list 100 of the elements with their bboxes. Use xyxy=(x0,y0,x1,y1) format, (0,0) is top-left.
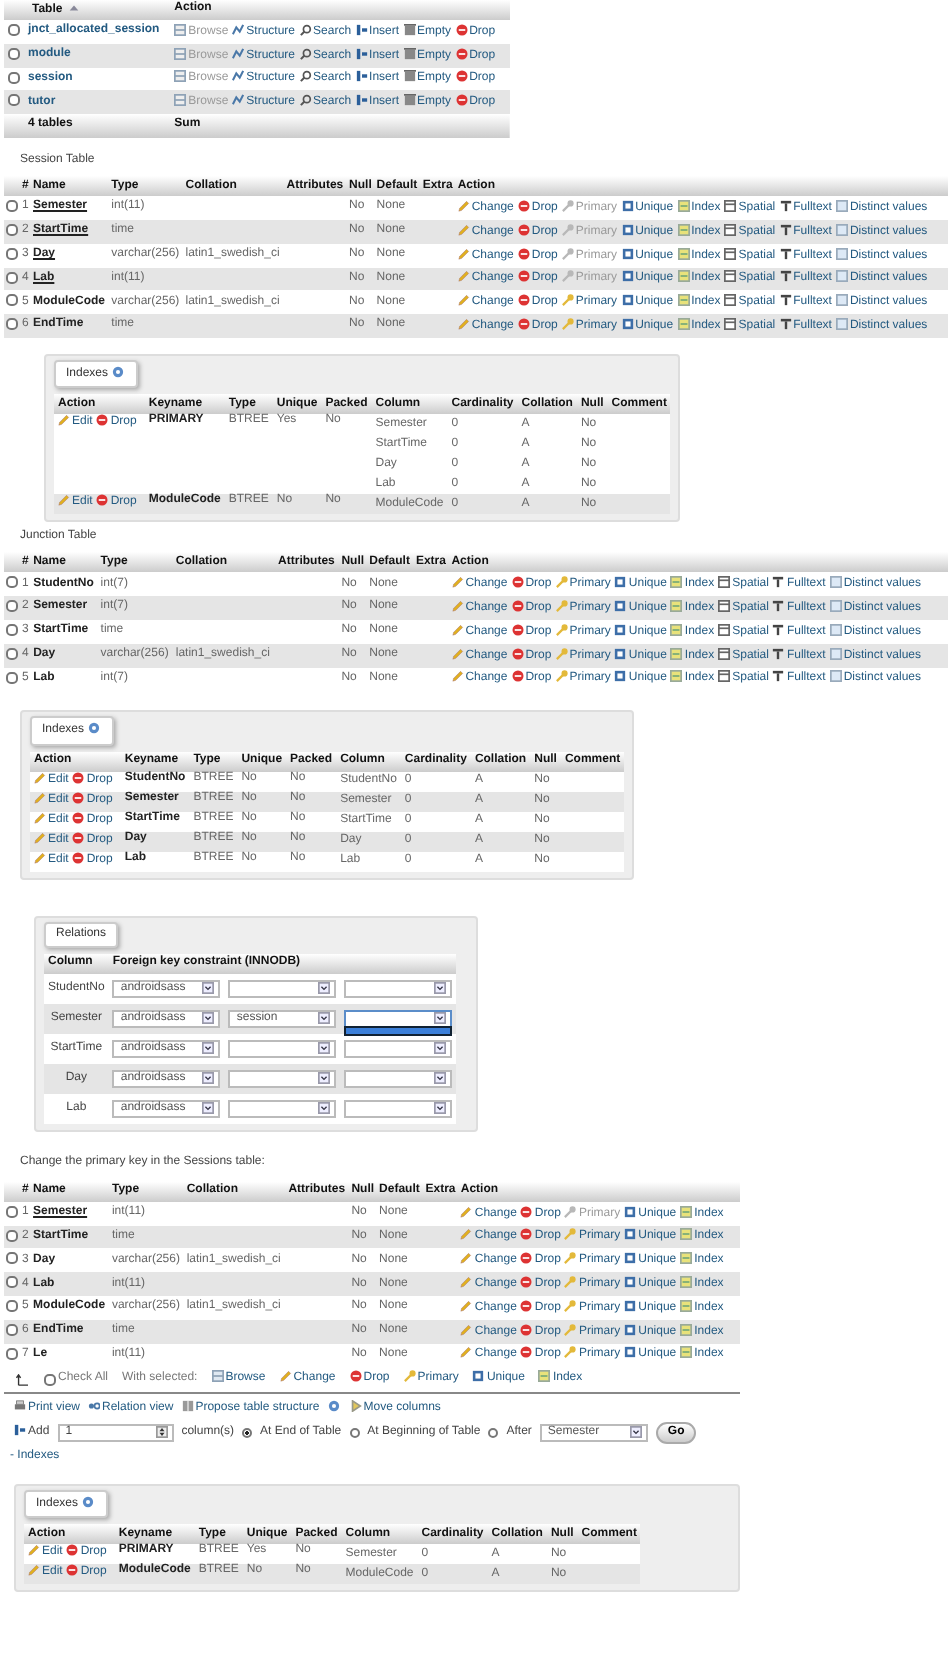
position-radio[interactable] xyxy=(488,1427,499,1438)
table-select[interactable] xyxy=(228,979,337,998)
unique-icon xyxy=(621,317,634,330)
caret-icon xyxy=(202,1102,215,1115)
index-icon xyxy=(680,1346,693,1359)
grid-icon xyxy=(174,23,187,36)
caret-icon xyxy=(434,1072,447,1085)
row-checkbox[interactable] xyxy=(6,223,18,236)
unique-icon xyxy=(624,1323,637,1336)
spinner-icon xyxy=(155,1426,168,1439)
row-checkbox[interactable] xyxy=(6,600,18,613)
dropdown-list[interactable] xyxy=(344,1025,453,1036)
spatial-icon xyxy=(724,317,737,330)
position-radio[interactable] xyxy=(349,1427,360,1438)
delete-icon xyxy=(511,599,524,612)
key-icon xyxy=(564,1252,577,1265)
key-icon xyxy=(403,1370,416,1383)
row-checkbox[interactable] xyxy=(8,47,20,60)
delete-icon xyxy=(517,317,530,330)
fulltext-icon xyxy=(779,199,792,212)
delete-icon xyxy=(520,1323,533,1336)
row-checkbox[interactable] xyxy=(6,1323,18,1336)
grid-icon xyxy=(211,1370,224,1383)
index-icon xyxy=(677,223,690,236)
caret-icon xyxy=(434,1102,447,1115)
row-checkbox[interactable] xyxy=(6,671,18,684)
pencil-icon xyxy=(58,494,70,507)
index-icon xyxy=(677,270,690,283)
caret-icon xyxy=(202,1042,215,1055)
check-all-checkbox[interactable] xyxy=(44,1373,56,1386)
bin-icon xyxy=(403,94,416,107)
key-icon xyxy=(555,576,568,589)
row-checkbox[interactable] xyxy=(8,71,20,84)
row-checkbox[interactable] xyxy=(6,576,18,589)
row-checkbox[interactable] xyxy=(6,1252,18,1265)
table-select[interactable] xyxy=(228,1069,337,1088)
row-checkbox[interactable] xyxy=(6,200,18,213)
row-checkbox[interactable] xyxy=(6,647,18,660)
row-checkbox[interactable] xyxy=(6,1229,18,1242)
key-icon xyxy=(561,270,574,283)
index-icon xyxy=(680,1323,693,1336)
caret-icon xyxy=(202,1012,215,1025)
caret-icon xyxy=(629,1426,642,1439)
fulltext-icon xyxy=(779,294,792,307)
row-checkbox[interactable] xyxy=(6,623,18,636)
bin-icon xyxy=(403,47,416,60)
index-icon xyxy=(677,317,690,330)
index-icon xyxy=(670,623,683,636)
bin-icon xyxy=(403,23,416,36)
row-checkbox[interactable] xyxy=(8,94,20,107)
row-checkbox[interactable] xyxy=(6,1276,18,1289)
index-icon xyxy=(680,1252,693,1265)
index-icon xyxy=(677,247,690,260)
insert-icon xyxy=(355,47,368,60)
position-radio[interactable] xyxy=(242,1427,253,1438)
bin-icon xyxy=(403,70,416,83)
spatial-icon xyxy=(718,647,731,660)
delete-icon xyxy=(349,1370,362,1383)
column-select[interactable] xyxy=(344,1009,453,1028)
printer-icon xyxy=(14,1399,26,1412)
fulltext-icon xyxy=(772,647,785,660)
table-select[interactable] xyxy=(228,1099,337,1118)
unique-icon xyxy=(614,647,627,660)
search-icon xyxy=(299,47,312,60)
index-icon xyxy=(670,670,683,683)
caret-icon xyxy=(318,982,331,995)
key-icon xyxy=(564,1323,577,1336)
index-icon xyxy=(680,1205,693,1218)
fulltext-icon xyxy=(772,599,785,612)
propose-icon xyxy=(181,1399,194,1412)
row-checkbox[interactable] xyxy=(6,1205,18,1218)
delete-icon xyxy=(520,1276,533,1289)
insert-icon xyxy=(355,23,368,36)
row-checkbox[interactable] xyxy=(6,247,18,260)
row-checkbox[interactable] xyxy=(6,271,18,284)
key-icon xyxy=(564,1346,577,1359)
help-icon xyxy=(82,1496,95,1509)
index-icon xyxy=(680,1276,693,1289)
row-checkbox[interactable] xyxy=(6,1300,18,1313)
key-icon xyxy=(564,1205,577,1218)
key-icon xyxy=(555,599,568,612)
key-icon xyxy=(564,1299,577,1312)
help-icon xyxy=(88,722,101,735)
key-icon xyxy=(555,623,568,636)
row-checkbox[interactable] xyxy=(6,294,18,307)
row-checkbox[interactable] xyxy=(8,24,20,37)
pencil-icon xyxy=(58,414,70,427)
unique-icon xyxy=(624,1276,637,1289)
caret-icon xyxy=(318,1042,331,1055)
key-icon xyxy=(561,317,574,330)
caret-icon xyxy=(202,982,215,995)
fulltext-icon xyxy=(772,623,785,636)
row-checkbox[interactable] xyxy=(6,1347,18,1360)
key-icon xyxy=(555,670,568,683)
search-icon xyxy=(299,94,312,107)
arrow-icon xyxy=(16,1373,28,1386)
search-icon xyxy=(299,23,312,36)
insert-icon xyxy=(355,94,368,107)
row-checkbox[interactable] xyxy=(6,318,18,331)
index-icon xyxy=(680,1228,693,1241)
